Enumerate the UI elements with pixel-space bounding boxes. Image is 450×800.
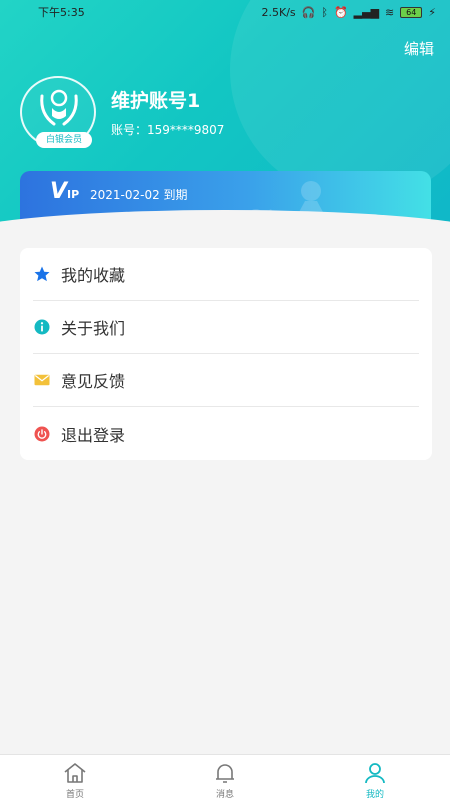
baby-hands-icon (40, 89, 78, 126)
tab-mine[interactable]: 我的 (300, 755, 450, 800)
member-level-badge: 白银会员 (36, 132, 92, 148)
menu-item-about-us[interactable]: 关于我们 (33, 301, 419, 354)
username: 维护账号1 (111, 90, 201, 112)
bell-icon (216, 764, 234, 783)
bottom-tab-bar: 首页 消息 我的 (0, 754, 450, 800)
charging-icon: ⚡ (428, 5, 436, 19)
wifi-icon: ≋ (385, 5, 395, 19)
signal-icon: ▂▄▆ (353, 5, 380, 19)
info-icon (33, 318, 51, 336)
tab-home[interactable]: 首页 (0, 755, 150, 800)
avatar[interactable]: 白银会员 (20, 76, 96, 148)
power-icon (33, 425, 51, 443)
home-icon (64, 763, 86, 783)
status-bar: 下午5:35 2.5K/s 🎧 ᛒ ⏰ ▂▄▆ ≋ 64 ⚡ (0, 0, 450, 24)
status-time: 下午5:35 (38, 6, 85, 19)
tab-label: 消息 (215, 790, 234, 800)
menu-item-logout[interactable]: 退出登录 (33, 407, 419, 460)
menu-item-label: 我的收藏 (61, 266, 126, 285)
menu-item-label: 意见反馈 (61, 372, 126, 391)
user-icon (365, 763, 385, 784)
vip-expiry-date: 2021-02-02 到期 (90, 188, 188, 202)
profile-header: 下午5:35 2.5K/s 🎧 ᛒ ⏰ ▂▄▆ ≋ 64 ⚡ 编辑 白银会员 维… (0, 0, 450, 232)
menu-list: 我的收藏 关于我们 意见反馈 退出登录 (20, 248, 432, 460)
edit-button[interactable]: 编辑 (404, 38, 434, 59)
menu-item-feedback[interactable]: 意见反馈 (33, 354, 419, 407)
battery-icon: 64 (400, 6, 423, 18)
tab-messages[interactable]: 消息 (150, 755, 300, 800)
star-icon (33, 265, 51, 283)
menu-item-favorites[interactable]: 我的收藏 (33, 248, 419, 301)
menu-item-label: 关于我们 (61, 319, 126, 338)
menu-item-label: 退出登录 (61, 425, 126, 445)
tab-label: 首页 (65, 790, 84, 800)
mail-icon (33, 371, 51, 389)
bluetooth-icon: ᛒ (321, 5, 328, 19)
vip-logo-icon: VIP (50, 179, 80, 204)
network-speed: 2.5K/s (261, 5, 296, 19)
account-number: 账号：159****9807 (111, 123, 225, 137)
headphones-icon: 🎧 (301, 5, 316, 19)
alarm-icon: ⏰ (333, 5, 348, 19)
tab-label: 我的 (365, 790, 384, 800)
